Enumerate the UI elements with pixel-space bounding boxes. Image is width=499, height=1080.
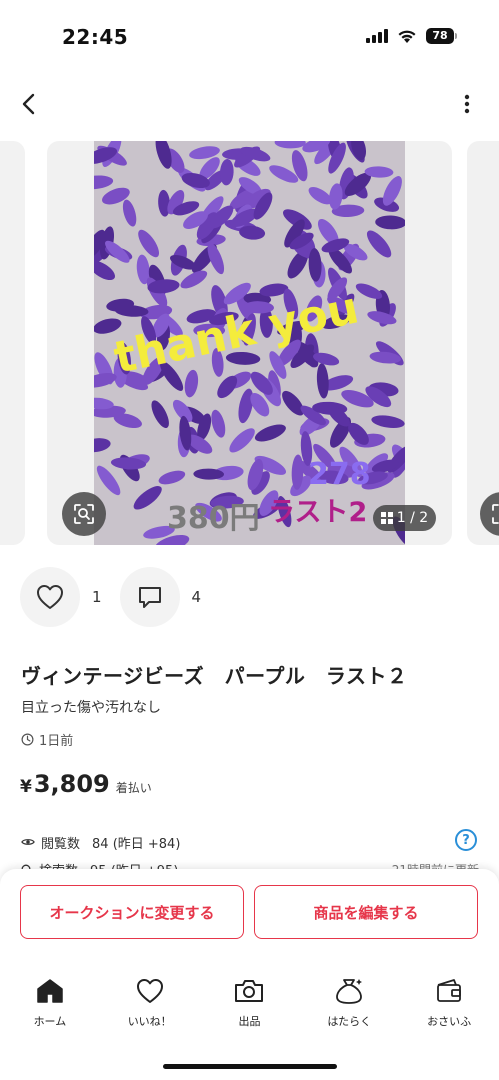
product-photo: thank you 278 380円 ラスト2 bbox=[94, 141, 405, 545]
shipping-method: 着払い bbox=[115, 781, 152, 795]
overlay-last: ラスト2 bbox=[268, 497, 367, 528]
item-condition: 目立った傷や汚れなし bbox=[21, 700, 161, 716]
lens-scan-icon bbox=[74, 504, 94, 524]
status-time: 22:45 bbox=[62, 25, 129, 49]
tab-sell[interactable]: 出品 bbox=[200, 975, 300, 1035]
clock-icon bbox=[21, 733, 34, 746]
tab-work-label: はたらく bbox=[327, 1015, 372, 1028]
chevron-left-icon bbox=[22, 93, 35, 115]
home-indicator bbox=[163, 1064, 337, 1069]
heart-icon bbox=[136, 979, 163, 1003]
battery-level: 78 bbox=[426, 28, 454, 44]
like-button[interactable] bbox=[20, 567, 80, 627]
posted-time-text: 1日前 bbox=[39, 734, 74, 749]
status-icons: 78 bbox=[366, 28, 457, 44]
battery-icon: 78 bbox=[426, 28, 457, 44]
tab-home[interactable]: ホーム bbox=[0, 975, 100, 1035]
status-bar: 22:45 78 bbox=[0, 0, 499, 72]
beads-image: thank you 278 380円 ラスト2 bbox=[94, 141, 405, 545]
home-icon bbox=[37, 979, 63, 1003]
tab-bar: ホーム いいね！ 出品 はたらく おさいふ bbox=[0, 975, 499, 1035]
item-actions: 1 4 bbox=[20, 567, 219, 627]
money-bag-icon bbox=[336, 979, 363, 1004]
posted-time: 1日前 bbox=[21, 730, 73, 749]
more-vertical-icon bbox=[464, 94, 470, 114]
wallet-icon bbox=[437, 979, 461, 1002]
tab-wallet-label: おさいふ bbox=[427, 1015, 472, 1028]
camera-icon bbox=[235, 980, 264, 1002]
tab-home-label: ホーム bbox=[33, 1015, 67, 1028]
tab-likes[interactable]: いいね！ bbox=[100, 975, 200, 1035]
edit-item-button[interactable]: 商品を編集する bbox=[254, 885, 478, 939]
price-currency: ¥ bbox=[20, 777, 32, 797]
next-image-search-button bbox=[480, 492, 499, 536]
views-stat: 閲覧数 84 (昨日 +84) ? bbox=[21, 829, 479, 852]
comment-button[interactable] bbox=[119, 567, 180, 627]
overlay-price: 380円 bbox=[167, 501, 260, 536]
more-button[interactable] bbox=[455, 86, 479, 122]
tab-work[interactable]: はたらく bbox=[299, 975, 399, 1035]
comment-count: 4 bbox=[191, 588, 202, 606]
signal-icon bbox=[366, 29, 388, 43]
page-indicator: 1 / 2 bbox=[373, 505, 436, 531]
like-count: 1 bbox=[92, 588, 102, 606]
image-carousel[interactable]: thank you 278 380円 ラスト2 1 / 2 bbox=[0, 141, 499, 547]
heart-icon bbox=[37, 585, 63, 609]
nav-bar bbox=[0, 80, 499, 128]
tab-wallet[interactable]: おさいふ bbox=[399, 975, 499, 1035]
price-value: 3,809 bbox=[33, 770, 110, 798]
comment-icon bbox=[138, 587, 161, 608]
change-to-auction-button[interactable]: オークションに変更する bbox=[20, 885, 244, 939]
lens-scan-icon bbox=[492, 504, 499, 524]
views-label: 閲覧数 bbox=[41, 836, 81, 852]
tab-sell-label: 出品 bbox=[238, 1015, 261, 1028]
tab-likes-label: いいね！ bbox=[127, 1015, 172, 1028]
overlay-number: 278 bbox=[308, 457, 371, 492]
grid-icon bbox=[380, 512, 393, 524]
previous-slide bbox=[0, 141, 25, 545]
back-button[interactable] bbox=[12, 86, 44, 122]
image-search-button[interactable] bbox=[62, 492, 106, 536]
wifi-icon bbox=[398, 30, 416, 43]
next-slide[interactable] bbox=[467, 141, 499, 545]
page-indicator-text: 1 / 2 bbox=[396, 510, 429, 526]
item-title: ヴィンテージビーズ パープル ラスト２ bbox=[21, 664, 408, 688]
views-value: 84 (昨日 +84) bbox=[92, 836, 181, 852]
bottom-action-panel: オークションに変更する 商品を編集する ホーム いいね！ 出品 はたらく おさい… bbox=[0, 869, 499, 1080]
product-image-slide[interactable]: thank you 278 380円 ラスト2 1 / 2 bbox=[47, 141, 452, 545]
price: ¥ 3,809 着払い bbox=[20, 770, 152, 798]
help-icon[interactable]: ? bbox=[455, 829, 477, 851]
eye-icon bbox=[21, 839, 35, 845]
